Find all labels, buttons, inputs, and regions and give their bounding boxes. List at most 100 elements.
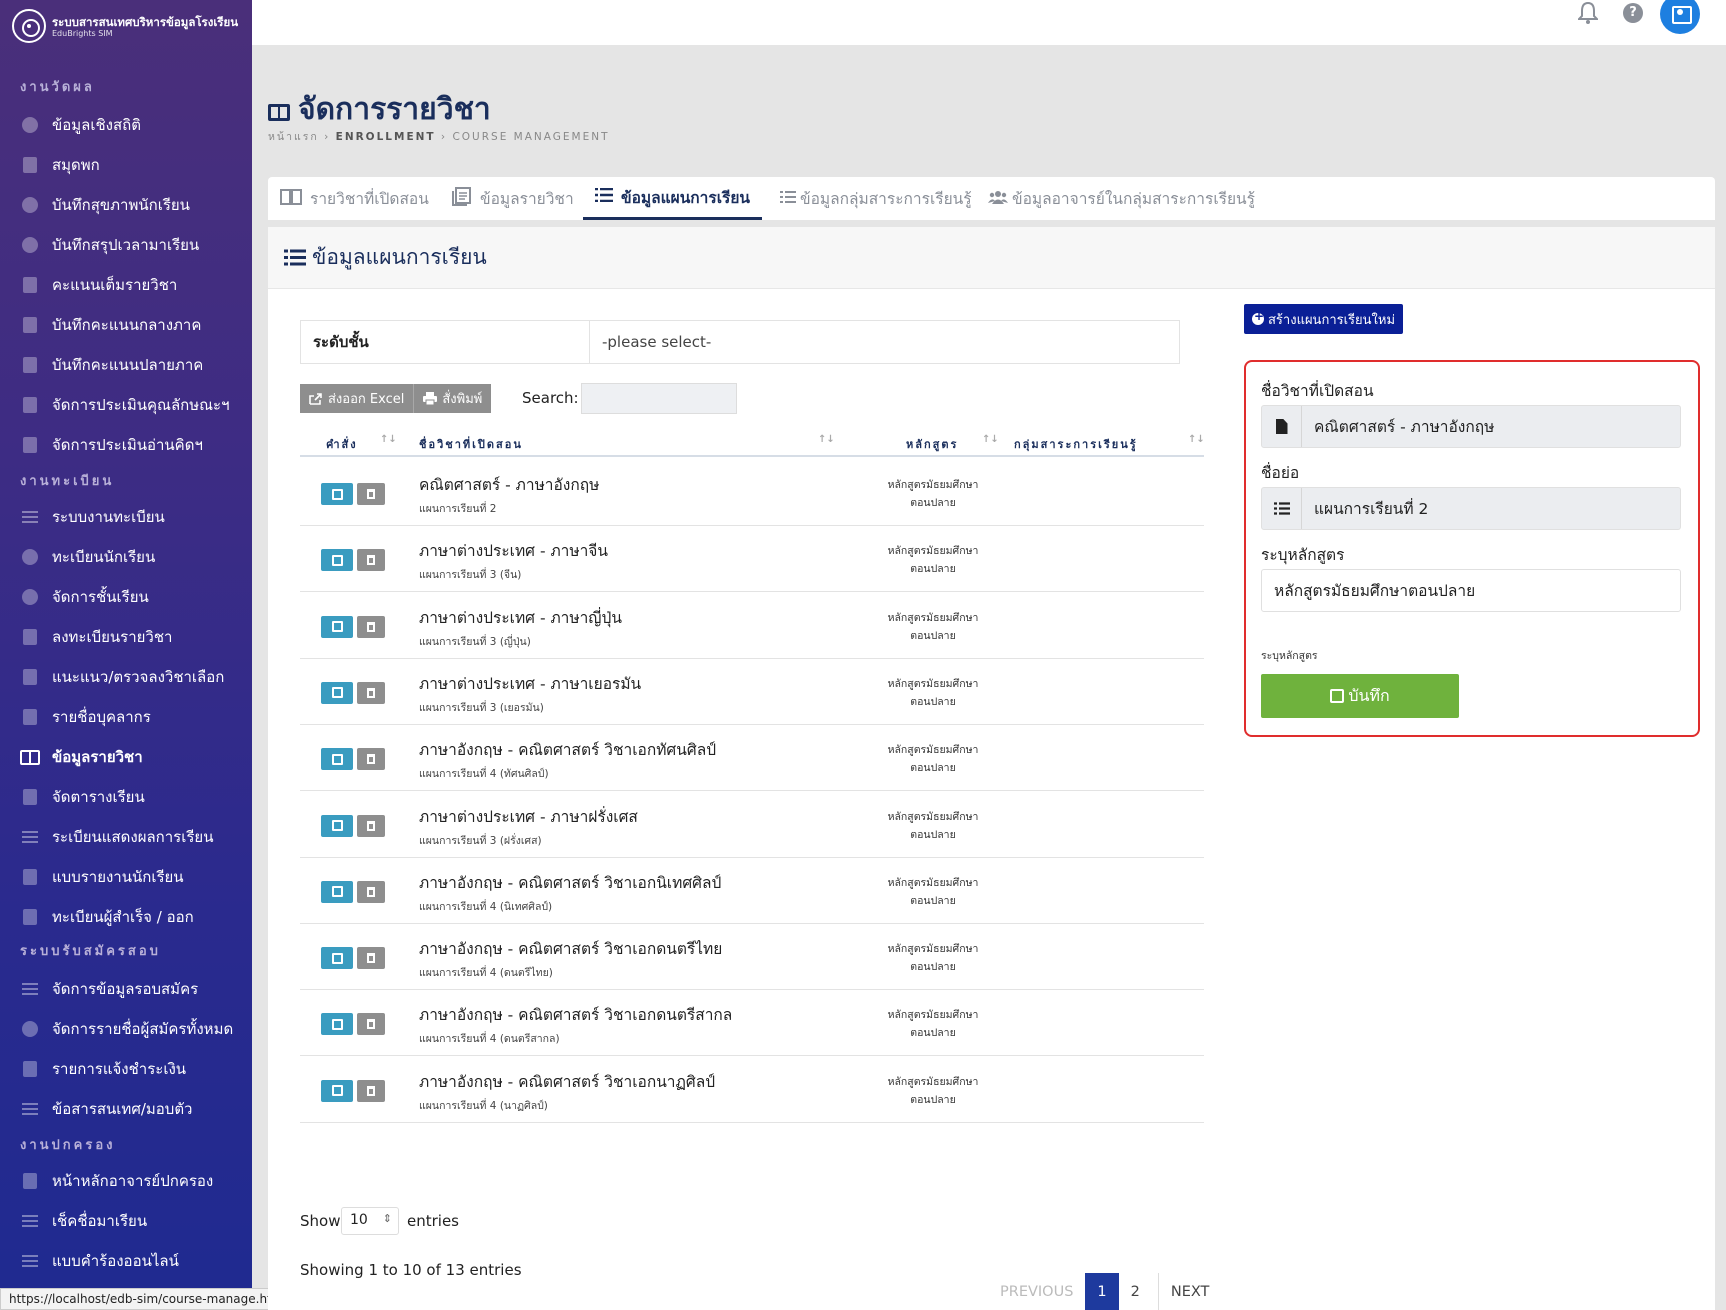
delete-button[interactable] <box>357 748 385 771</box>
sidebar-item-applicants[interactable]: จัดการรายชื่อผู้สมัครทั้งหมด <box>20 1016 233 1042</box>
column-header-curriculum[interactable]: หลักสูตร <box>906 435 958 453</box>
course-name: คณิตศาสตร์ - ภาษาอังกฤษ <box>419 476 600 494</box>
sidebar-item-graduates[interactable]: ทะเบียนผู้สำเร็จ / ออก <box>20 904 194 930</box>
edit-button[interactable] <box>321 483 353 505</box>
sidebar-item-label: บันทึกคะแนนกลางภาค <box>52 316 202 334</box>
pagination-previous[interactable]: PREVIOUS <box>988 1273 1085 1310</box>
sidebar-item-attendance-summary[interactable]: บันทึกสรุปเวลามาเรียน <box>20 232 199 258</box>
sidebar-item-label: สมุดพก <box>52 156 100 174</box>
curriculum-line-1: หลักสูตรมัธยมศึกษา <box>887 479 979 491</box>
print-button[interactable]: สั่งพิมพ์ <box>413 384 492 413</box>
sidebar-item-discipline-home[interactable]: หน้าหลักอาจารย์ปกครอง <box>20 1168 213 1194</box>
print-icon <box>20 868 40 886</box>
delete-button[interactable] <box>357 947 385 970</box>
course-name-field[interactable]: คณิตศาสตร์ - ภาษาอังกฤษ <box>1261 405 1681 448</box>
sidebar-item-enrollment-info[interactable]: ข้อสารสนเทศ/มอบตัว <box>20 1096 192 1122</box>
sidebar-item-staff-list[interactable]: รายชื่อบุคลากร <box>20 704 151 730</box>
sidebar-item-payments[interactable]: รายการแจ้งชำระเงิน <box>20 1056 186 1082</box>
brand[interactable]: ระบบสารสนเทศบริหารข้อมูลโรงเรียน EduBrig… <box>0 0 252 52</box>
column-header-actions[interactable]: คำสั่ง <box>326 435 358 453</box>
edit-button[interactable] <box>321 549 353 572</box>
sidebar-item-student-report[interactable]: แบบรายงานนักเรียน <box>20 864 184 890</box>
trash-icon <box>367 621 375 632</box>
delete-button[interactable] <box>357 814 385 837</box>
edit-button[interactable] <box>321 880 353 903</box>
sidebar-item-full-score[interactable]: คะแนนเต็มรายวิชา <box>20 272 177 298</box>
course-name: ภาษาอังกฤษ - คณิตศาสตร์ วิชาเอกทัศนศิลป์ <box>419 741 717 760</box>
column-header-learning-area[interactable]: กลุ่มสาระการเรียนรู้ <box>1014 435 1138 453</box>
sidebar-item-online-forms[interactable]: แบบคำร้องออนไลน์ <box>20 1248 179 1274</box>
sidebar-item-midterm-score[interactable]: บันทึกคะแนนกลางภาค <box>20 312 201 338</box>
user-circle-icon <box>20 588 40 606</box>
tab-course-data[interactable]: ข้อมูลรายวิชา <box>452 177 574 220</box>
sidebar-section-admission: ระบบรับสมัครสอบ <box>20 944 161 959</box>
grade-level-select[interactable]: -please select- <box>590 321 1179 363</box>
sidebar-item-reading-thinking[interactable]: จัดการประเมินอ่านคิดฯ <box>20 432 203 458</box>
delete-button[interactable] <box>357 681 385 704</box>
print-label: สั่งพิมพ์ <box>442 392 483 407</box>
save-button[interactable]: บันทึก <box>1261 674 1459 718</box>
edit-button[interactable] <box>321 1079 353 1102</box>
sidebar-item-student-records[interactable]: ทะเบียนนักเรียน <box>20 544 155 570</box>
breadcrumb-enrollment[interactable]: ENROLLMENT <box>336 131 436 143</box>
sidebar-item-registration-system[interactable]: ระบบงานทะเบียน <box>20 504 165 530</box>
search-input[interactable] <box>581 383 737 414</box>
sidebar-item-elective-guidance[interactable]: แนะแนว/ตรวจลงวิชาเลือก <box>20 664 224 690</box>
check-icon <box>20 1212 40 1230</box>
delete-button[interactable] <box>357 483 385 505</box>
sidebar-item-health[interactable]: บันทึกสุขภาพนักเรียน <box>20 192 190 218</box>
sidebar-item-classes[interactable]: จัดการชั้นเรียน <box>20 584 149 610</box>
column-header-course-name[interactable]: ชื่อวิชาที่เปิดสอน <box>419 435 523 453</box>
delete-button[interactable] <box>357 1079 385 1102</box>
sidebar-item-timetable[interactable]: จัดตารางเรียน <box>20 784 145 810</box>
edit-icon <box>331 488 343 500</box>
curriculum-line-1: หลักสูตรมัธยมศึกษา <box>887 1009 979 1022</box>
sidebar: ระบบสารสนเทศบริหารข้อมูลโรงเรียน EduBrig… <box>0 0 252 1310</box>
help-icon[interactable]: ? <box>1623 3 1643 23</box>
edit-button[interactable] <box>321 1013 353 1036</box>
sort-icon[interactable]: ↑↓ <box>982 434 999 445</box>
sidebar-item-characteristics[interactable]: จัดการประเมินคุณลักษณะฯ <box>20 392 230 418</box>
tab-open-courses[interactable]: รายวิชาที่เปิดสอน <box>280 177 429 220</box>
sort-icon[interactable]: ↑↓ <box>380 434 397 445</box>
edit-button[interactable] <box>321 748 353 771</box>
delete-button[interactable] <box>357 615 385 638</box>
entries-per-page-value: 10 <box>350 1212 368 1228</box>
delete-button[interactable] <box>357 880 385 903</box>
tab-learning-areas[interactable]: ข้อมูลกลุ่มสาระการเรียนรู้ <box>780 177 972 220</box>
book-open-icon <box>20 748 40 766</box>
delete-button[interactable] <box>357 1013 385 1036</box>
breadcrumb-home[interactable]: หน้าแรก <box>268 131 319 143</box>
sidebar-item-admission-rounds[interactable]: จัดการข้อมูลรอบสมัคร <box>20 976 198 1002</box>
bell-icon[interactable] <box>1578 2 1598 24</box>
delete-button[interactable] <box>357 549 385 572</box>
sidebar-item-report-book[interactable]: สมุดพก <box>20 152 100 178</box>
export-excel-button[interactable]: ส่งออก Excel <box>300 384 414 413</box>
short-name-field[interactable]: แผนการเรียนที่ 2 <box>1261 487 1681 530</box>
pagination-next[interactable]: NEXT <box>1157 1273 1222 1310</box>
table-row: คณิตศาสตร์ - ภาษาอังกฤษ แผนการเรียนที่ 2 ห… <box>300 460 1204 526</box>
edit-button[interactable] <box>321 681 353 704</box>
edit-button[interactable] <box>321 814 353 837</box>
create-study-plan-button[interactable]: สร้างแผนการเรียนใหม่ <box>1244 304 1404 334</box>
sidebar-item-statistics[interactable]: ข้อมูลเชิงสถิติ <box>20 112 141 138</box>
sidebar-item-course-data[interactable]: ข้อมูลรายวิชา <box>20 744 143 770</box>
sidebar-item-final-score[interactable]: บันทึกคะแนนปลายภาค <box>20 352 203 378</box>
sidebar-item-roll-call[interactable]: เช็คชื่อมาเรียน <box>20 1208 147 1234</box>
row-actions <box>321 549 385 572</box>
pagination-page-1[interactable]: 1 <box>1085 1273 1119 1310</box>
curriculum-help-text: ระบุหลักสูตร <box>1261 650 1318 662</box>
sort-icon[interactable]: ↑↓ <box>818 434 835 445</box>
tab-area-teachers[interactable]: ข้อมูลอาจารย์ในกลุ่มสาระการเรียนรู้ <box>988 177 1255 220</box>
sort-icon[interactable]: ↑↓ <box>1188 434 1205 445</box>
edit-button[interactable] <box>321 615 353 638</box>
user-icon <box>20 1020 40 1038</box>
entries-per-page-select[interactable]: 10 <box>341 1207 399 1235</box>
entries-label: entries <box>407 1212 459 1230</box>
curriculum-input[interactable]: หลักสูตรมัธยมศึกษาตอนปลาย <box>1261 569 1681 612</box>
edit-button[interactable] <box>321 947 353 970</box>
sidebar-item-transcript[interactable]: ระเบียนแสดงผลการเรียน <box>20 824 213 850</box>
pagination-page-2[interactable]: 2 <box>1119 1273 1152 1310</box>
tab-study-plan[interactable]: ข้อมูลแผนการเรียน <box>583 177 763 220</box>
sidebar-item-course-registration[interactable]: ลงทะเบียนรายวิชา <box>20 624 172 650</box>
